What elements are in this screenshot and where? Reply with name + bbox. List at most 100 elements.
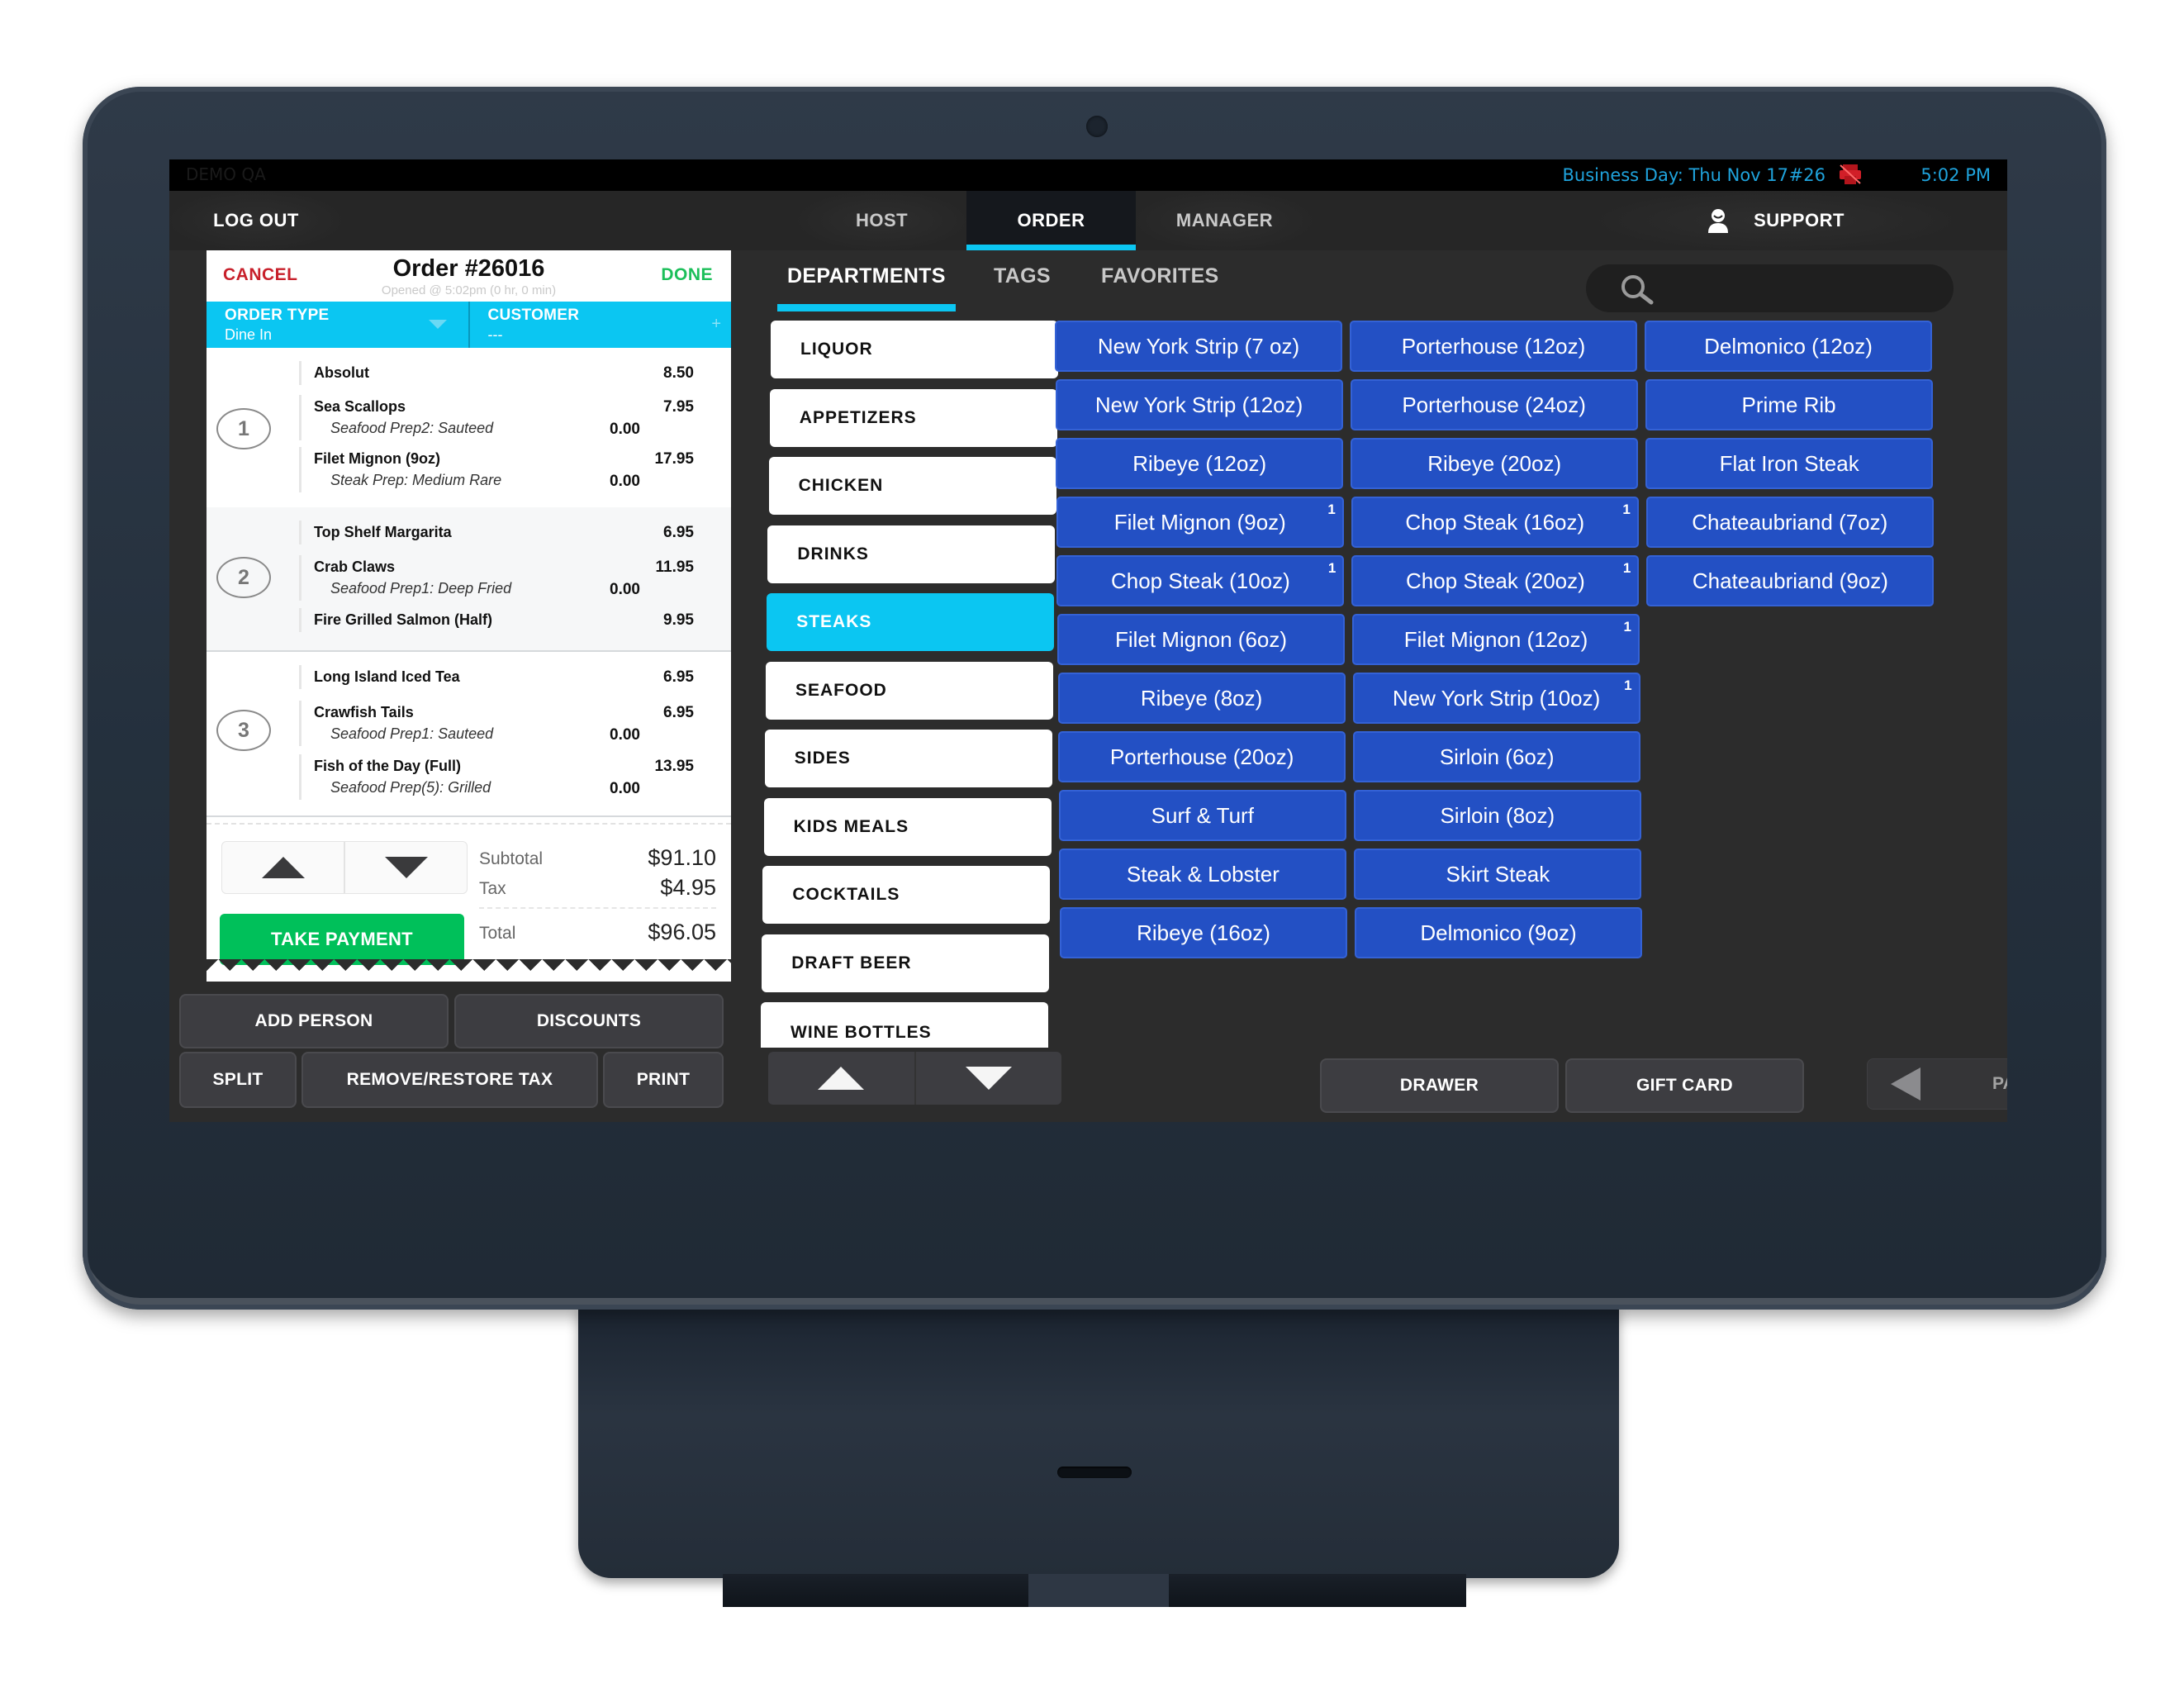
printer-offline-icon[interactable] xyxy=(1838,163,1863,186)
seat-number[interactable]: 3 xyxy=(216,710,271,751)
menu-item-button[interactable]: New York Strip (7 oz) xyxy=(1055,321,1342,372)
order-type-selector[interactable]: ORDER TYPE Dine In xyxy=(207,302,468,348)
tab-departments[interactable]: DEPARTMENTS xyxy=(777,264,956,311)
menu-item-button[interactable]: Ribeye (8oz) xyxy=(1057,673,1346,724)
department-steaks[interactable]: STEAKS xyxy=(767,593,1055,651)
take-payment-button[interactable]: TAKE PAYMENT xyxy=(220,914,464,965)
menu-item-button[interactable]: Delmonico (12oz) xyxy=(1645,321,1932,372)
remove-restore-tax-button[interactable]: REMOVE/RESTORE TAX xyxy=(301,1052,598,1108)
menu-item-label: Ribeye (12oz) xyxy=(1132,451,1267,476)
seat-group[interactable]: 1 Absolut 8.50 Sea Scallops 7.95 Seafood… xyxy=(207,348,731,509)
department-seafood[interactable]: SEAFOOD xyxy=(766,661,1053,720)
item-count-badge: 1 xyxy=(1623,619,1631,635)
order-item[interactable]: Filet Mignon (9oz) 17.95 Steak Prep: Med… xyxy=(299,447,694,492)
order-item[interactable]: Sea Scallops 7.95 Seafood Prep2: Sauteed… xyxy=(299,395,694,440)
menu-item-label: Delmonico (9oz) xyxy=(1420,920,1577,945)
menu-item-label: Sirloin (6oz) xyxy=(1439,744,1555,769)
department-draft-beer[interactable]: DRAFT BEER xyxy=(762,934,1050,992)
department-kids-meals[interactable]: KIDS MEALS xyxy=(763,797,1052,856)
scroll-up-button[interactable] xyxy=(222,842,344,893)
menu-item-button[interactable]: Prime Rib xyxy=(1645,379,1933,430)
print-button[interactable]: PRINT xyxy=(603,1052,724,1108)
menu-item-button[interactable]: Chop Steak (20oz) 1 xyxy=(1351,555,1640,606)
menu-item-button[interactable]: New York Strip (10oz) 1 xyxy=(1352,673,1640,724)
support-button[interactable]: SUPPORT xyxy=(1598,191,1954,250)
menu-item-button[interactable]: Ribeye (16oz) xyxy=(1060,907,1347,958)
department-chicken[interactable]: CHICKEN xyxy=(768,457,1056,515)
seat-group[interactable]: 3 Long Island Iced Tea 6.95 Crawfish Tai… xyxy=(207,650,731,817)
done-button[interactable]: DONE xyxy=(661,265,713,285)
department-scroll-up-button[interactable] xyxy=(768,1052,914,1105)
customer-selector[interactable]: CUSTOMER --- + xyxy=(468,302,732,348)
menu-item-button[interactable]: Delmonico (9oz) xyxy=(1355,907,1642,958)
menu-item-button[interactable]: Surf & Turf xyxy=(1058,790,1346,841)
arrow-up-icon xyxy=(818,1067,865,1090)
drawer-button[interactable]: DRAWER xyxy=(1320,1058,1559,1113)
menu-item-button[interactable]: Chop Steak (16oz) 1 xyxy=(1351,497,1639,548)
menu-item-label: Porterhouse (20oz) xyxy=(1109,744,1294,769)
menu-item-button[interactable]: Chateaubriand (9oz) xyxy=(1646,555,1935,606)
totals-divider xyxy=(479,907,716,909)
order-type-value: Dine In xyxy=(225,326,273,343)
menu-item-button[interactable]: Sirloin (8oz) xyxy=(1353,790,1641,841)
department-sides[interactable]: SIDES xyxy=(764,730,1052,787)
seat-number[interactable]: 2 xyxy=(216,557,271,598)
tab-manager[interactable]: MANAGER xyxy=(1136,191,1313,250)
menu-item-button[interactable]: Filet Mignon (12oz) 1 xyxy=(1352,614,1640,665)
menu-item-label: Filet Mignon (9oz) xyxy=(1113,510,1286,535)
discounts-button[interactable]: DISCOUNTS xyxy=(454,994,724,1048)
department-wine-bottles[interactable]: WINE BOTTLES xyxy=(761,1002,1048,1048)
menu-item-label: Porterhouse (12oz) xyxy=(1401,334,1586,359)
item-name: Crab Claws xyxy=(314,559,396,575)
tab-tags[interactable]: TAGS xyxy=(994,264,1051,288)
department-scroll-down-button[interactable] xyxy=(914,1052,1062,1105)
menu-item-button[interactable]: Filet Mignon (9oz) 1 xyxy=(1056,497,1344,548)
search-input[interactable] xyxy=(1669,273,1936,306)
order-item[interactable]: Crab Claws 11.95 Seafood Prep1: Deep Fri… xyxy=(299,555,694,601)
menu-item-label: Porterhouse (24oz) xyxy=(1402,392,1586,417)
add-person-button[interactable]: ADD PERSON xyxy=(179,994,449,1048)
tab-host[interactable]: HOST xyxy=(797,191,966,250)
department-drinks[interactable]: DRINKS xyxy=(767,525,1056,583)
item-price: 13.95 xyxy=(654,758,694,775)
menu-item-button[interactable]: Filet Mignon (6oz) xyxy=(1057,614,1345,665)
gift-card-button[interactable]: GIFT CARD xyxy=(1565,1058,1804,1113)
stand-port xyxy=(1057,1467,1132,1478)
order-item[interactable]: Fish of the Day (Full) 13.95 Seafood Pre… xyxy=(299,754,694,800)
menu-item-button[interactable]: Porterhouse (20oz) xyxy=(1058,731,1346,782)
department-cocktails[interactable]: COCKTAILS xyxy=(762,866,1051,924)
seat-number[interactable]: 1 xyxy=(216,408,271,449)
logout-button[interactable]: LOG OUT xyxy=(169,191,343,250)
menu-item-button[interactable]: Sirloin (6oz) xyxy=(1353,731,1641,782)
menu-item-button[interactable]: New York Strip (12oz) xyxy=(1055,379,1343,430)
menu-item-button[interactable]: Ribeye (20oz) xyxy=(1351,438,1639,489)
menu-item-button[interactable]: Chateaubriand (7oz) xyxy=(1645,497,1934,548)
menu-item-button[interactable]: Porterhouse (12oz) xyxy=(1350,321,1637,372)
tab-favorites[interactable]: FAVORITES xyxy=(1101,264,1219,288)
menu-item-button[interactable]: Flat Iron Steak xyxy=(1645,438,1934,489)
department-appetizers[interactable]: APPETIZERS xyxy=(769,388,1057,447)
menu-item-label: Delmonico (12oz) xyxy=(1704,334,1873,359)
split-button[interactable]: SPLIT xyxy=(179,1052,297,1108)
item-price: 6.95 xyxy=(663,668,694,686)
department-liquor[interactable]: LIQUOR xyxy=(771,321,1058,378)
order-item[interactable]: Absolut 8.50 xyxy=(299,361,694,385)
order-item[interactable]: Long Island Iced Tea 6.95 xyxy=(299,665,694,689)
tab-order[interactable]: ORDER xyxy=(966,191,1136,250)
menu-item-button[interactable]: Ribeye (12oz) xyxy=(1056,438,1344,489)
scroll-down-button[interactable] xyxy=(344,842,467,893)
menu-item-button[interactable]: Skirt Steak xyxy=(1354,849,1642,900)
menu-item-button[interactable]: Porterhouse (24oz) xyxy=(1350,379,1638,430)
item-price: 8.50 xyxy=(663,364,694,382)
page-label: PAGE xyxy=(1992,1074,2007,1093)
page-previous-icon[interactable] xyxy=(1891,1067,1920,1101)
menu-item-button[interactable]: Chop Steak (10oz) 1 xyxy=(1056,555,1345,606)
search-box[interactable] xyxy=(1586,264,1954,312)
seat-group[interactable]: 2 Top Shelf Margarita 6.95 Crab Claws 11… xyxy=(207,507,731,652)
order-item[interactable]: Top Shelf Margarita 6.95 xyxy=(299,521,694,544)
status-left-text: DEMO QA xyxy=(186,164,266,184)
order-item[interactable]: Crawfish Tails 6.95 Seafood Prep1: Saute… xyxy=(299,701,694,746)
order-item[interactable]: Fire Grilled Salmon (Half) 9.95 xyxy=(299,608,694,632)
menu-item-button[interactable]: Steak & Lobster xyxy=(1059,849,1347,900)
menu-item-label: Chop Steak (20oz) xyxy=(1405,568,1585,593)
